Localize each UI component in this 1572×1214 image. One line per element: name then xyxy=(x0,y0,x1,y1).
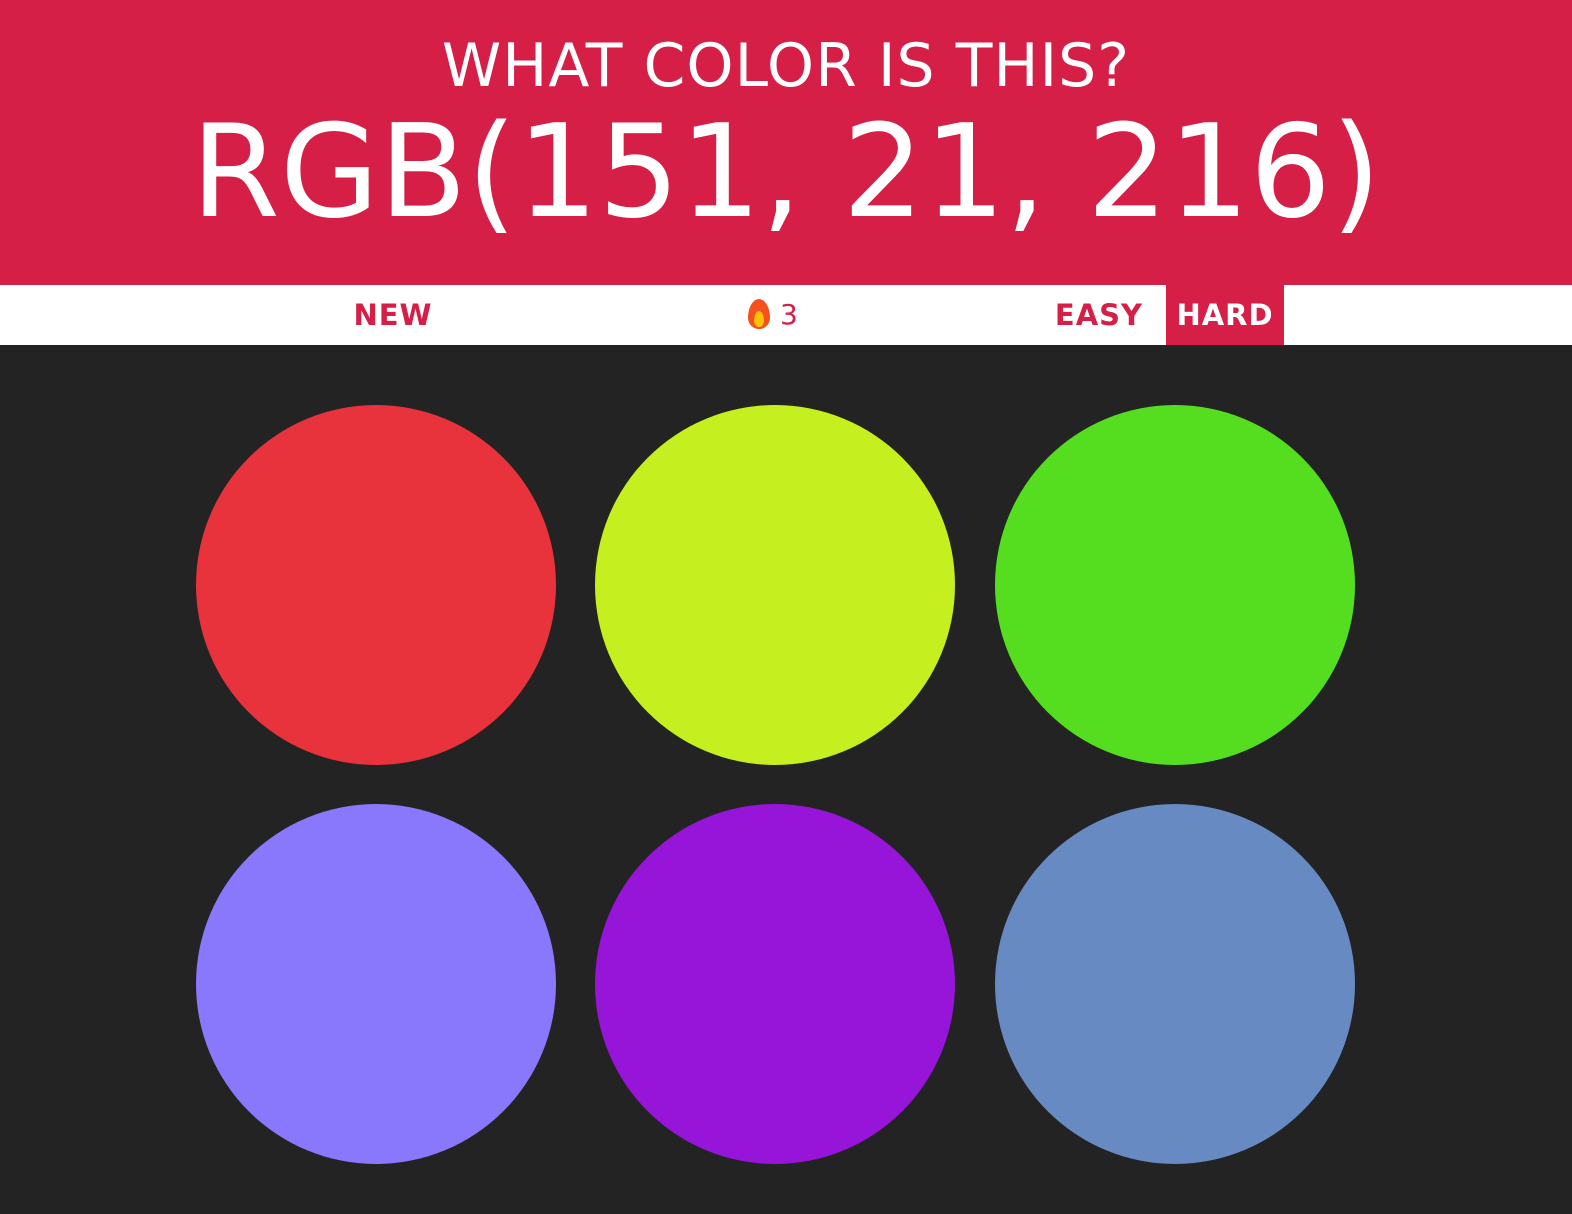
color-swatch-6[interactable] xyxy=(995,804,1355,1164)
new-colors-button[interactable]: NEW COLORS xyxy=(280,285,506,392)
color-swatch-5[interactable] xyxy=(595,804,955,1164)
color-swatch-2[interactable] xyxy=(595,405,955,765)
toolbar: NEW COLORS 3 EASY HARD xyxy=(0,285,1572,392)
color-board xyxy=(0,345,1572,1214)
streak-count: 3 xyxy=(780,298,798,331)
target-rgb: RGB(151, 21, 216) xyxy=(190,98,1382,247)
color-swatch-3[interactable] xyxy=(995,405,1355,765)
streak-counter: 3 xyxy=(748,285,818,345)
question-title: WHAT COLOR IS THIS? xyxy=(441,31,1131,101)
hard-mode-button[interactable]: HARD xyxy=(1166,285,1284,345)
easy-mode-button[interactable]: EASY xyxy=(1050,285,1148,345)
color-swatch-1[interactable] xyxy=(196,405,556,765)
header: WHAT COLOR IS THIS? RGB(151, 21, 216) xyxy=(0,0,1572,285)
flame-icon xyxy=(748,299,770,329)
color-swatch-4[interactable] xyxy=(196,804,556,1164)
